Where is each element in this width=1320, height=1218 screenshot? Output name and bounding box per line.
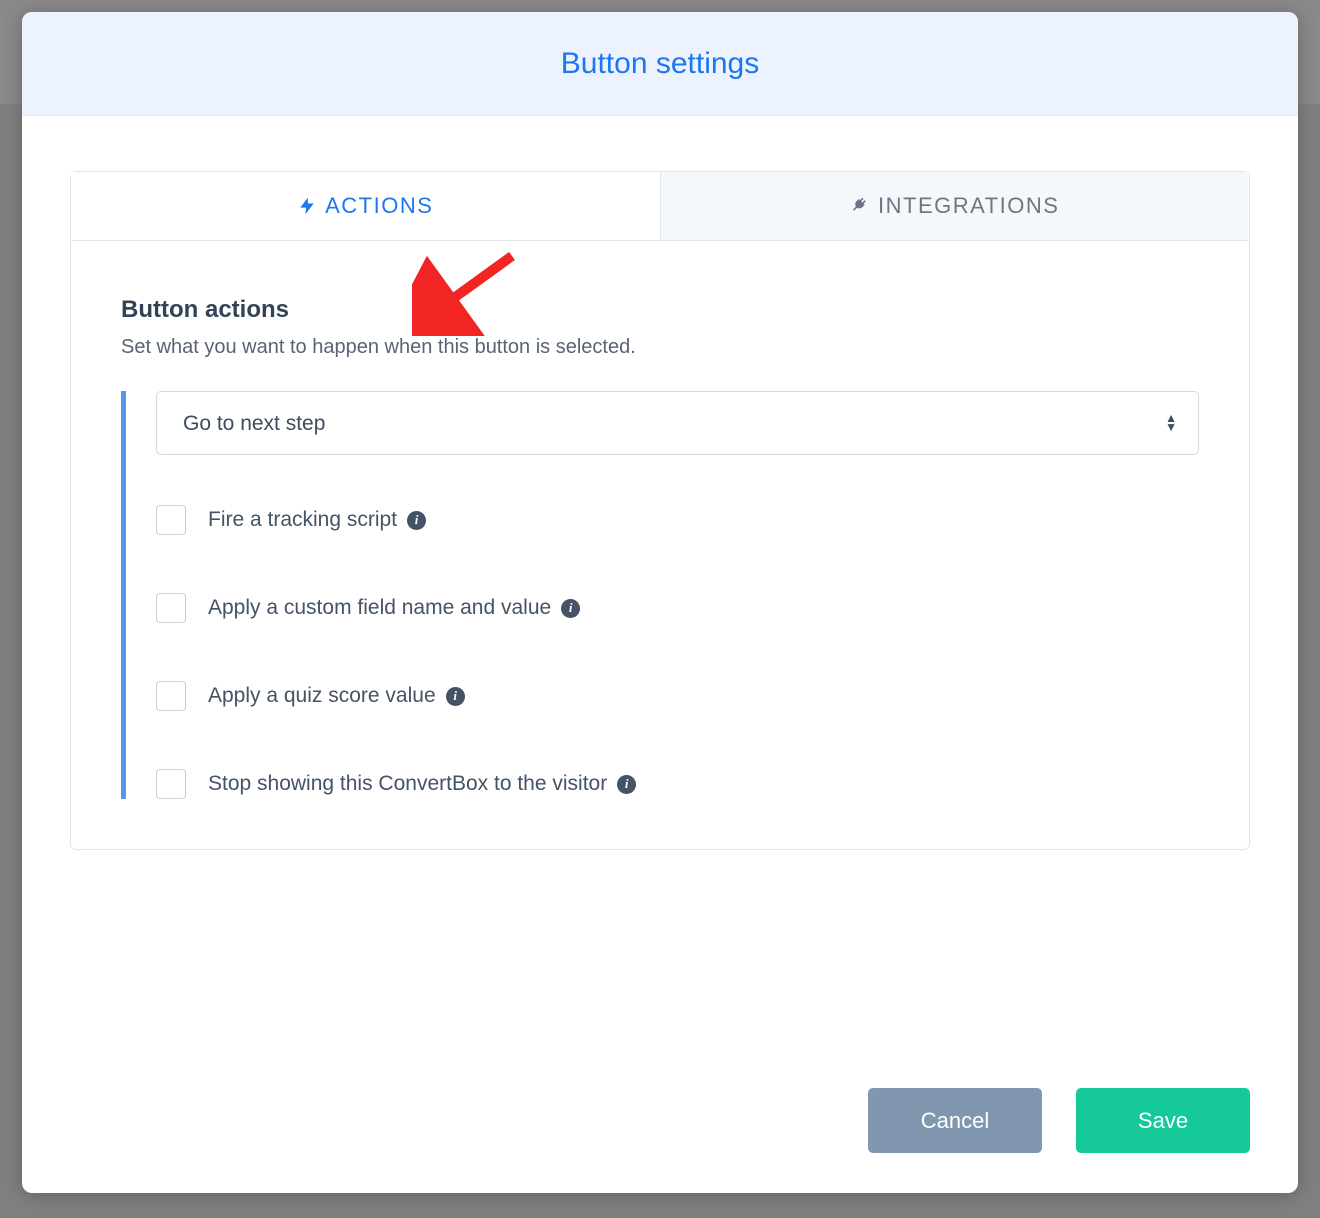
info-icon[interactable]: i: [446, 687, 465, 706]
checkbox-quiz-score[interactable]: [156, 681, 186, 711]
bolt-icon: [297, 196, 317, 216]
option-fire-tracking: Fire a tracking script i: [156, 505, 1199, 535]
option-custom-field: Apply a custom field name and value i: [156, 593, 1199, 623]
action-select[interactable]: Go to next step: [156, 391, 1199, 455]
checkbox-stop-showing[interactable]: [156, 769, 186, 799]
option-quiz-score: Apply a quiz score value i: [156, 681, 1199, 711]
modal-body: ACTIONS INTEGRATIONS Button actions Set …: [22, 116, 1298, 880]
save-button[interactable]: Save: [1076, 1088, 1250, 1153]
label-stop-showing: Stop showing this ConvertBox to the visi…: [208, 772, 636, 796]
info-icon[interactable]: i: [561, 599, 580, 618]
button-settings-modal: Button settings ACTIONS INTEGRATIONS But…: [22, 12, 1298, 1193]
tab-actions[interactable]: ACTIONS: [71, 172, 661, 240]
info-icon[interactable]: i: [617, 775, 636, 794]
modal-header: Button settings: [22, 12, 1298, 116]
action-config: Go to next step ▲▼ Fire a tracking scrip…: [121, 391, 1199, 799]
tab-integrations-label: INTEGRATIONS: [878, 193, 1059, 219]
tabs: ACTIONS INTEGRATIONS: [70, 171, 1250, 241]
checkbox-custom-field[interactable]: [156, 593, 186, 623]
section-title: Button actions: [121, 296, 1199, 324]
info-icon[interactable]: i: [407, 511, 426, 530]
cancel-button[interactable]: Cancel: [868, 1088, 1042, 1153]
tab-content-actions: Button actions Set what you want to happ…: [70, 241, 1250, 850]
checkbox-fire-tracking[interactable]: [156, 505, 186, 535]
label-fire-tracking: Fire a tracking script i: [208, 508, 426, 532]
tab-actions-label: ACTIONS: [325, 193, 433, 219]
label-custom-field: Apply a custom field name and value i: [208, 596, 580, 620]
label-quiz-score: Apply a quiz score value i: [208, 684, 465, 708]
option-stop-showing: Stop showing this ConvertBox to the visi…: [156, 769, 1199, 799]
action-select-wrap: Go to next step ▲▼: [156, 391, 1199, 455]
modal-footer: Cancel Save: [868, 1088, 1250, 1153]
modal-title: Button settings: [561, 47, 759, 81]
section-subtitle: Set what you want to happen when this bu…: [121, 336, 1199, 359]
plug-icon: [850, 196, 870, 216]
tab-integrations[interactable]: INTEGRATIONS: [661, 172, 1250, 240]
